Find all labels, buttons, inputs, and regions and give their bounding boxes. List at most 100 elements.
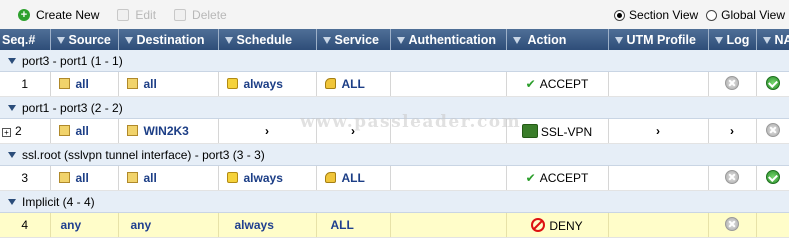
- action-cell[interactable]: ✔ ACCEPT: [506, 71, 609, 97]
- table-row[interactable]: +2 all WIN2K3 › › SSL-VPN › ›: [0, 118, 789, 144]
- action-cell[interactable]: ✔ ACCEPT: [506, 165, 609, 191]
- service-cell[interactable]: ALL: [316, 71, 391, 97]
- destination-cell[interactable]: WIN2K3: [118, 118, 219, 144]
- section-view-label: Section View: [629, 8, 699, 22]
- collapse-triangle-icon[interactable]: [8, 199, 16, 206]
- service-icon: [324, 78, 336, 89]
- action-value: ACCEPT: [539, 77, 589, 91]
- action-value: ACCEPT: [539, 171, 589, 185]
- authentication-cell[interactable]: [390, 212, 507, 238]
- log-cell[interactable]: ›: [708, 118, 757, 144]
- log-cell[interactable]: [708, 71, 757, 97]
- nat-disabled-icon: [765, 122, 780, 137]
- nat-cell[interactable]: [756, 212, 789, 238]
- nat-cell[interactable]: [756, 118, 789, 144]
- seq-cell: 4: [0, 212, 51, 238]
- radio-unselected-icon: [706, 9, 718, 21]
- source-cell[interactable]: any: [50, 212, 119, 238]
- source-value: all: [75, 171, 89, 185]
- source-value: all: [75, 77, 89, 91]
- utm-cell[interactable]: [608, 71, 709, 97]
- filter-icon[interactable]: [614, 36, 623, 44]
- action-value: SSL-VPN: [540, 124, 593, 139]
- table-row[interactable]: 3 all all always ALL ✔ ACCEPT: [0, 165, 789, 191]
- col-log[interactable]: Log: [708, 29, 757, 50]
- destination-cell[interactable]: any: [118, 212, 219, 238]
- filter-icon[interactable]: [714, 36, 723, 44]
- utm-cell[interactable]: ›: [608, 118, 709, 144]
- utm-cell[interactable]: [608, 165, 709, 191]
- checkmark-icon: ✔: [525, 171, 536, 185]
- schedule-value: always: [234, 218, 274, 232]
- action-cell[interactable]: DENY: [506, 212, 609, 238]
- col-schedule-label: Schedule: [236, 32, 293, 47]
- destination-cell[interactable]: all: [118, 71, 219, 97]
- authentication-cell[interactable]: [390, 165, 507, 191]
- authentication-cell[interactable]: [390, 118, 507, 144]
- source-cell[interactable]: all: [50, 165, 119, 191]
- filter-icon[interactable]: [762, 36, 771, 44]
- radio-selected-icon: [614, 9, 626, 21]
- nat-cell[interactable]: [756, 165, 789, 191]
- col-seq[interactable]: Seq.#: [0, 29, 51, 50]
- authentication-cell[interactable]: [390, 71, 507, 97]
- expand-plus-icon[interactable]: +: [2, 128, 11, 137]
- service-cell[interactable]: ›: [316, 118, 391, 144]
- nat-cell[interactable]: [756, 71, 789, 97]
- section-view-radio[interactable]: Section View: [614, 8, 698, 22]
- source-cell[interactable]: all: [50, 71, 119, 97]
- delete-button[interactable]: Delete: [174, 8, 227, 22]
- address-icon: [126, 78, 138, 89]
- col-destination[interactable]: Destination: [118, 29, 219, 50]
- table-row[interactable]: 4 any any always ALL DENY: [0, 212, 789, 238]
- create-new-button[interactable]: + Create New: [18, 8, 99, 22]
- section-header[interactable]: port3 - port1 (1 - 1): [0, 50, 789, 72]
- filter-icon[interactable]: [124, 36, 133, 44]
- action-cell[interactable]: SSL-VPN: [506, 118, 609, 144]
- collapse-triangle-icon[interactable]: [8, 58, 16, 65]
- service-cell[interactable]: ALL: [316, 212, 391, 238]
- table-row[interactable]: 1 all all always ALL ✔ ACCEPT: [0, 71, 789, 97]
- filter-icon[interactable]: [396, 36, 405, 44]
- section-header[interactable]: Implicit (4 - 4): [0, 190, 789, 213]
- destination-value: any: [130, 218, 152, 232]
- plus-icon: +: [18, 9, 30, 21]
- log-cell[interactable]: [708, 165, 757, 191]
- collapse-triangle-icon[interactable]: [8, 105, 16, 112]
- filter-icon[interactable]: [512, 36, 521, 44]
- service-cell[interactable]: ALL: [316, 165, 391, 191]
- section-title: port3 - port1 (1 - 1): [22, 53, 123, 68]
- section-header[interactable]: ssl.root (sslvpn tunnel interface) - por…: [0, 143, 789, 166]
- schedule-cell[interactable]: ›: [218, 118, 317, 144]
- global-view-radio[interactable]: Global View: [706, 8, 785, 22]
- chevron-right-icon: ›: [351, 124, 355, 138]
- ssl-vpn-icon: [521, 123, 538, 138]
- schedule-cell[interactable]: always: [218, 71, 317, 97]
- schedule-cell[interactable]: always: [218, 165, 317, 191]
- col-source[interactable]: Source: [50, 29, 119, 50]
- toolbar: + Create New Edit Delete Section View Gl…: [0, 0, 789, 31]
- edit-button[interactable]: Edit: [117, 8, 156, 22]
- log-disabled-icon: [725, 216, 739, 231]
- col-seq-label: Seq.#: [2, 32, 36, 47]
- log-cell[interactable]: [708, 212, 757, 238]
- col-service[interactable]: Service: [316, 29, 391, 50]
- service-value: ALL: [330, 218, 354, 232]
- col-utm-profile[interactable]: UTM Profile: [608, 29, 709, 50]
- filter-icon[interactable]: [322, 36, 331, 44]
- col-source-label: Source: [68, 32, 111, 47]
- col-schedule[interactable]: Schedule: [218, 29, 317, 50]
- source-cell[interactable]: all: [50, 118, 119, 144]
- filter-icon[interactable]: [56, 36, 65, 44]
- chevron-right-icon: ›: [730, 124, 734, 138]
- utm-cell[interactable]: [608, 212, 709, 238]
- col-nat[interactable]: NA: [756, 29, 789, 50]
- schedule-cell[interactable]: always: [218, 212, 317, 238]
- collapse-triangle-icon[interactable]: [8, 152, 16, 159]
- create-new-label: Create New: [36, 8, 100, 22]
- section-header[interactable]: port1 - port3 (2 - 2): [0, 96, 789, 119]
- destination-cell[interactable]: all: [118, 165, 219, 191]
- col-action[interactable]: Action: [506, 29, 609, 50]
- col-authentication[interactable]: Authentication: [390, 29, 507, 50]
- filter-icon[interactable]: [224, 36, 233, 44]
